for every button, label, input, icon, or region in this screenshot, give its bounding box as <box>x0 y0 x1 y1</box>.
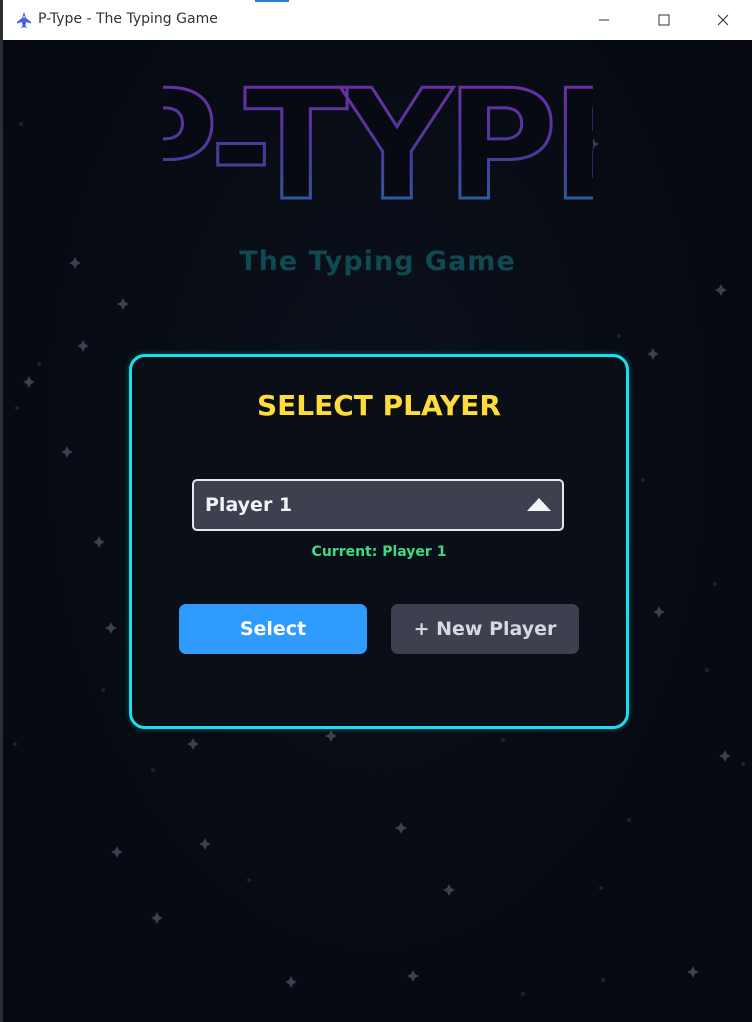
title-accent-line <box>255 0 289 2</box>
maximize-button[interactable] <box>641 0 687 40</box>
logo-text: P-TYPE <box>163 58 593 228</box>
game-subtitle: The Typing Game <box>239 246 516 277</box>
minimize-icon <box>599 19 609 21</box>
panel-title: SELECT PLAYER <box>257 389 501 422</box>
select-player-panel: SELECT PLAYER Player 1 Current: Player 1… <box>129 354 629 729</box>
current-player-label: Current: Player 1 <box>311 544 447 560</box>
minimize-button[interactable] <box>581 0 627 40</box>
rocket-icon <box>17 12 31 28</box>
close-icon <box>717 14 729 26</box>
dropdown-selected-value: Player 1 <box>205 494 293 516</box>
new-player-button[interactable]: + New Player <box>391 604 579 654</box>
app-window: P-Type - The Typing Game -TYP The Typing… <box>3 0 752 1022</box>
game-logo: P-TYPE <box>163 58 593 228</box>
game-screen: P-TYPE The Typing Game SELECT PLAYER Pla… <box>3 40 752 1022</box>
player-dropdown[interactable]: Player 1 <box>192 479 564 531</box>
title-bar[interactable]: P-Type - The Typing Game <box>3 0 752 41</box>
triangle-up-icon <box>527 498 551 511</box>
window-title: P-Type - The Typing Game <box>38 11 218 27</box>
select-button[interactable]: Select <box>179 604 367 654</box>
maximize-icon <box>658 14 670 26</box>
close-button[interactable] <box>700 0 746 40</box>
